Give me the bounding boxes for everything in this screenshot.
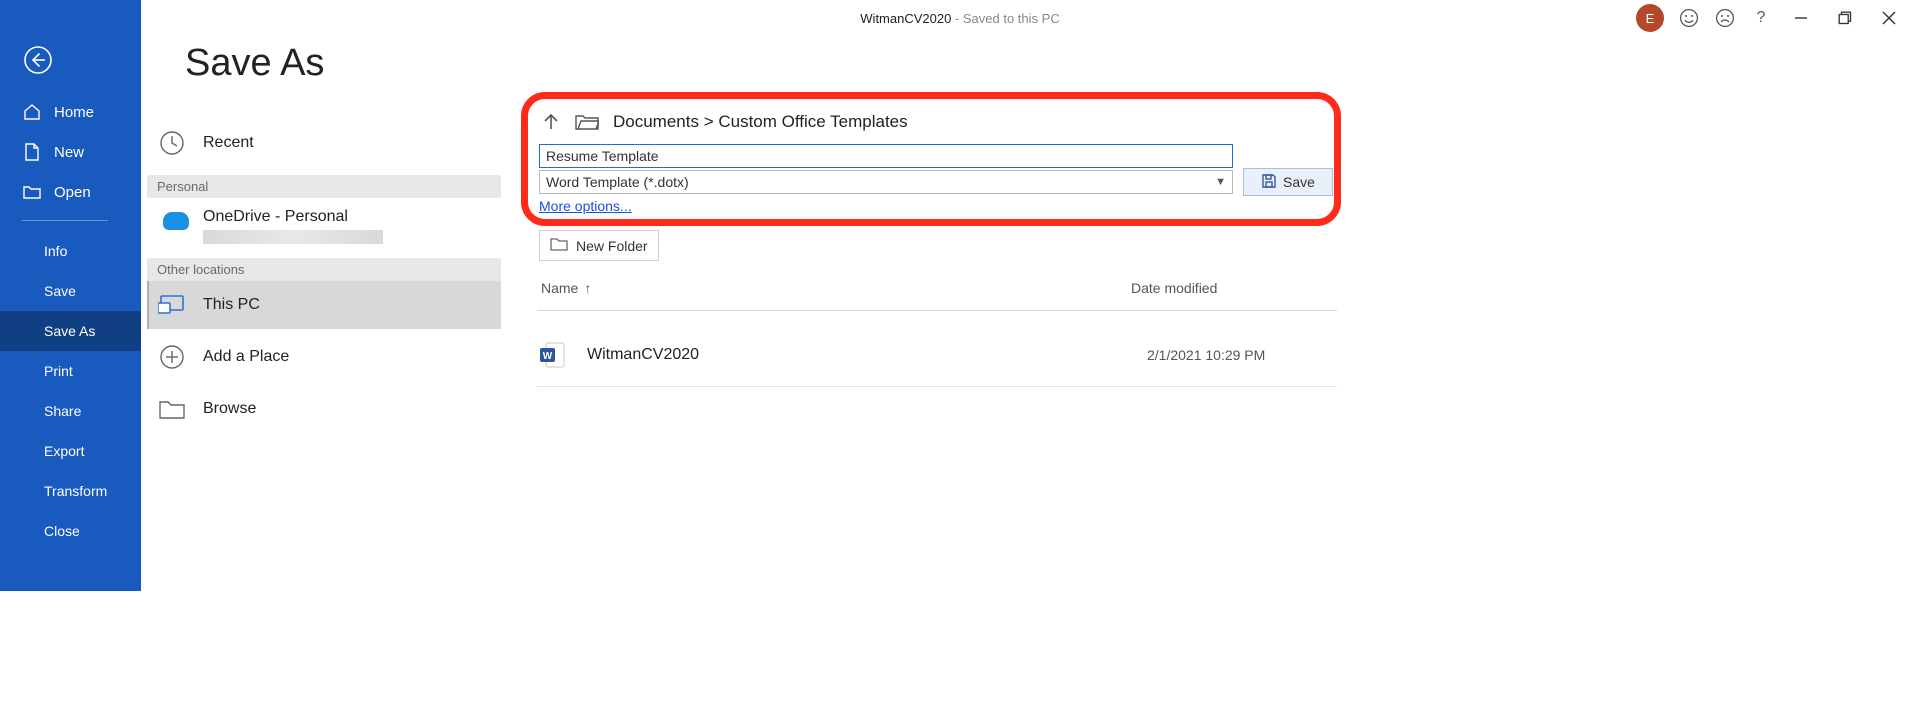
this-pc-icon bbox=[157, 290, 187, 320]
save-button-label: Save bbox=[1283, 174, 1315, 190]
recent-clock-icon bbox=[157, 128, 187, 158]
sidebar-item-export[interactable]: Export bbox=[0, 431, 141, 471]
add-place-icon bbox=[157, 342, 187, 372]
sidebar-label: Transform bbox=[44, 483, 107, 499]
sidebar-item-save-as[interactable]: Save As bbox=[0, 311, 141, 351]
onedrive-account-placeholder bbox=[203, 230, 383, 244]
help-icon[interactable]: ? bbox=[1750, 9, 1772, 27]
file-name: WitmanCV2020 bbox=[587, 346, 1147, 364]
sidebar-item-close[interactable]: Close bbox=[0, 511, 141, 551]
sidebar-item-save[interactable]: Save bbox=[0, 271, 141, 311]
chevron-down-icon: ▼ bbox=[1215, 176, 1226, 188]
sad-face-icon[interactable] bbox=[1714, 7, 1736, 29]
svg-text:W: W bbox=[543, 351, 553, 362]
location-label: This PC bbox=[203, 296, 260, 314]
home-icon bbox=[22, 102, 42, 122]
sidebar-separator bbox=[22, 220, 108, 221]
location-browse[interactable]: Browse bbox=[147, 385, 501, 433]
open-folder-icon[interactable] bbox=[575, 112, 599, 132]
file-list-item[interactable]: W WitmanCV2020 2/1/2021 10:29 PM bbox=[537, 340, 1337, 370]
window-restore-button[interactable] bbox=[1830, 8, 1860, 28]
location-add-place[interactable]: Add a Place bbox=[147, 333, 501, 381]
up-arrow-icon[interactable] bbox=[541, 112, 561, 132]
sidebar-item-transform[interactable]: Transform bbox=[0, 471, 141, 511]
sidebar-label: Share bbox=[44, 403, 81, 419]
sidebar-label: Home bbox=[54, 104, 94, 121]
save-disk-icon bbox=[1261, 173, 1277, 192]
sidebar-item-open[interactable]: Open bbox=[0, 172, 141, 212]
file-list-header: Name ↑ Date modified bbox=[541, 280, 1331, 296]
back-button[interactable] bbox=[18, 40, 58, 80]
sidebar-label: Save bbox=[44, 283, 76, 299]
window-close-button[interactable] bbox=[1874, 8, 1904, 28]
sidebar-label: Info bbox=[44, 243, 67, 259]
section-header-other: Other locations bbox=[147, 258, 501, 281]
sidebar-item-share[interactable]: Share bbox=[0, 391, 141, 431]
new-folder-button[interactable]: New Folder bbox=[539, 230, 659, 261]
save-button[interactable]: Save bbox=[1243, 168, 1333, 196]
filetype-value: Word Template (*.dotx) bbox=[546, 174, 689, 190]
filetype-select[interactable]: Word Template (*.dotx) ▼ bbox=[539, 170, 1233, 194]
window-minimize-button[interactable] bbox=[1786, 8, 1816, 28]
location-this-pc[interactable]: This PC bbox=[147, 281, 501, 329]
column-header-name[interactable]: Name ↑ bbox=[541, 280, 1131, 296]
filename-input[interactable] bbox=[539, 144, 1233, 168]
location-label: Add a Place bbox=[203, 348, 289, 366]
location-onedrive[interactable]: OneDrive - Personal bbox=[147, 198, 501, 244]
breadcrumb[interactable]: Documents > Custom Office Templates bbox=[613, 112, 908, 132]
location-recent[interactable]: Recent bbox=[147, 119, 501, 167]
header-divider bbox=[537, 310, 1337, 311]
row-divider bbox=[537, 386, 1337, 387]
section-header-personal: Personal bbox=[147, 175, 501, 198]
new-folder-label: New Folder bbox=[576, 238, 648, 254]
sidebar-label: Close bbox=[44, 523, 80, 539]
open-folder-icon bbox=[22, 182, 42, 202]
window-title-suffix: - Saved to this PC bbox=[951, 11, 1059, 26]
new-folder-icon bbox=[550, 236, 568, 255]
more-options-link[interactable]: More options... bbox=[539, 198, 632, 214]
column-header-date[interactable]: Date modified bbox=[1131, 280, 1217, 296]
location-label: Browse bbox=[203, 400, 256, 418]
onedrive-cloud-icon bbox=[163, 212, 189, 230]
folder-icon bbox=[157, 394, 187, 424]
user-avatar[interactable]: E bbox=[1636, 4, 1664, 32]
sidebar-item-new[interactable]: New bbox=[0, 132, 141, 172]
sidebar-item-print[interactable]: Print bbox=[0, 351, 141, 391]
file-date: 2/1/2021 10:29 PM bbox=[1147, 347, 1337, 363]
sort-ascending-icon: ↑ bbox=[584, 280, 591, 296]
new-doc-icon bbox=[22, 142, 42, 162]
sidebar-label: Save As bbox=[44, 323, 95, 339]
page-title: Save As bbox=[185, 42, 521, 85]
sidebar-label: Export bbox=[44, 443, 84, 459]
window-title-document: WitmanCV2020 bbox=[860, 11, 951, 26]
sidebar-item-info[interactable]: Info bbox=[0, 231, 141, 271]
sidebar-label: New bbox=[54, 144, 84, 161]
sidebar-item-home[interactable]: Home bbox=[0, 92, 141, 132]
sidebar-label: Print bbox=[44, 363, 73, 379]
backstage-sidebar: Home New Open Info Save Save As Print Sh… bbox=[0, 0, 141, 591]
location-label: Recent bbox=[203, 134, 254, 152]
sidebar-label: Open bbox=[54, 184, 91, 201]
word-document-icon: W bbox=[537, 340, 567, 370]
location-column: Save As Recent Personal OneDrive - Perso… bbox=[141, 0, 521, 591]
smiley-face-icon[interactable] bbox=[1678, 7, 1700, 29]
location-label: OneDrive - Personal bbox=[203, 208, 383, 226]
